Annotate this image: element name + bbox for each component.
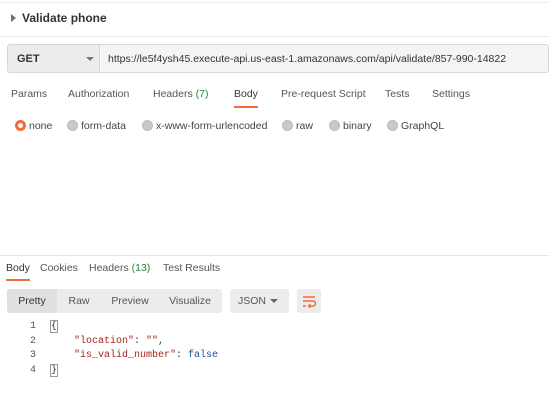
top-edge	[0, 0, 549, 3]
tab-authorization[interactable]: Authorization	[68, 88, 129, 100]
wrap-lines-button[interactable]	[297, 289, 321, 313]
tab-headers[interactable]: Headers (7)	[153, 88, 208, 100]
radio-dot	[67, 120, 78, 131]
active-tab-underline	[6, 279, 30, 281]
active-tab-underline	[234, 106, 258, 108]
view-mode-group: Pretty Raw Preview Visualize	[7, 289, 222, 313]
tab-response-body[interactable]: Body	[6, 262, 30, 281]
json-key: "location"	[74, 336, 135, 347]
tab-tests[interactable]: Tests	[385, 88, 410, 100]
tab-pre-request-script[interactable]: Pre-request Script	[281, 88, 366, 100]
view-preview-button[interactable]: Preview	[105, 289, 155, 313]
chevron-down-icon	[270, 299, 278, 303]
format-label: JSON	[238, 295, 267, 307]
wrap-lines-icon	[303, 296, 316, 308]
view-raw-button[interactable]: Raw	[59, 289, 99, 313]
line-number: 1	[29, 321, 36, 332]
json-close-brace: }	[49, 364, 59, 377]
radio-dot	[15, 120, 26, 131]
response-tabs: Body Cookies Headers (13) Test Results	[0, 262, 549, 282]
request-title-bar: Validate phone	[0, 0, 549, 37]
json-key: "is_valid_number"	[74, 350, 177, 361]
code-line: 2 "location": "",	[0, 336, 549, 350]
response-body-viewer[interactable]: 1 { 2 "location": "", 3 "is_valid_number…	[0, 320, 549, 380]
tab-response-test-results[interactable]: Test Results	[163, 262, 220, 274]
method-select[interactable]: GET	[8, 45, 100, 72]
tab-response-headers[interactable]: Headers (13)	[89, 262, 150, 274]
url-bar: GET https://le5f4ysh45.execute-api.us-ea…	[7, 44, 549, 73]
tab-settings[interactable]: Settings	[432, 88, 470, 100]
code-line: 1 {	[0, 320, 549, 335]
radio-dot	[282, 120, 293, 131]
view-pretty-button[interactable]: Pretty	[7, 289, 57, 313]
format-select[interactable]: JSON	[230, 289, 289, 313]
tab-response-cookies[interactable]: Cookies	[40, 262, 78, 274]
json-value: ""	[146, 336, 159, 347]
line-number: 4	[29, 365, 36, 376]
response-headers-count: (13)	[131, 262, 151, 274]
pane-divider[interactable]	[0, 255, 549, 256]
expand-caret-icon[interactable]	[11, 14, 16, 22]
tab-body[interactable]: Body	[234, 88, 258, 108]
code-line: 4 }	[0, 364, 549, 379]
request-tabs: Params Authorization Headers (7) Body Pr…	[0, 88, 549, 110]
json-open-brace: {	[49, 320, 59, 333]
headers-count: (7)	[195, 88, 209, 100]
radio-dot	[387, 120, 398, 131]
request-name[interactable]: Validate phone	[22, 11, 107, 25]
code-line: 3 "is_valid_number": false	[0, 350, 549, 364]
chevron-down-icon	[86, 57, 94, 61]
url-input[interactable]: https://le5f4ysh45.execute-api.us-east-1…	[108, 53, 506, 65]
radio-dot	[329, 120, 340, 131]
tab-params[interactable]: Params	[11, 88, 47, 100]
json-value: false	[188, 350, 219, 361]
radio-dot	[142, 120, 153, 131]
method-label: GET	[17, 53, 40, 65]
line-number: 2	[29, 336, 36, 347]
line-number: 3	[29, 350, 36, 361]
body-type-options: none form-data x-www-form-urlencoded raw…	[0, 119, 549, 133]
view-visualize-button[interactable]: Visualize	[162, 289, 218, 313]
